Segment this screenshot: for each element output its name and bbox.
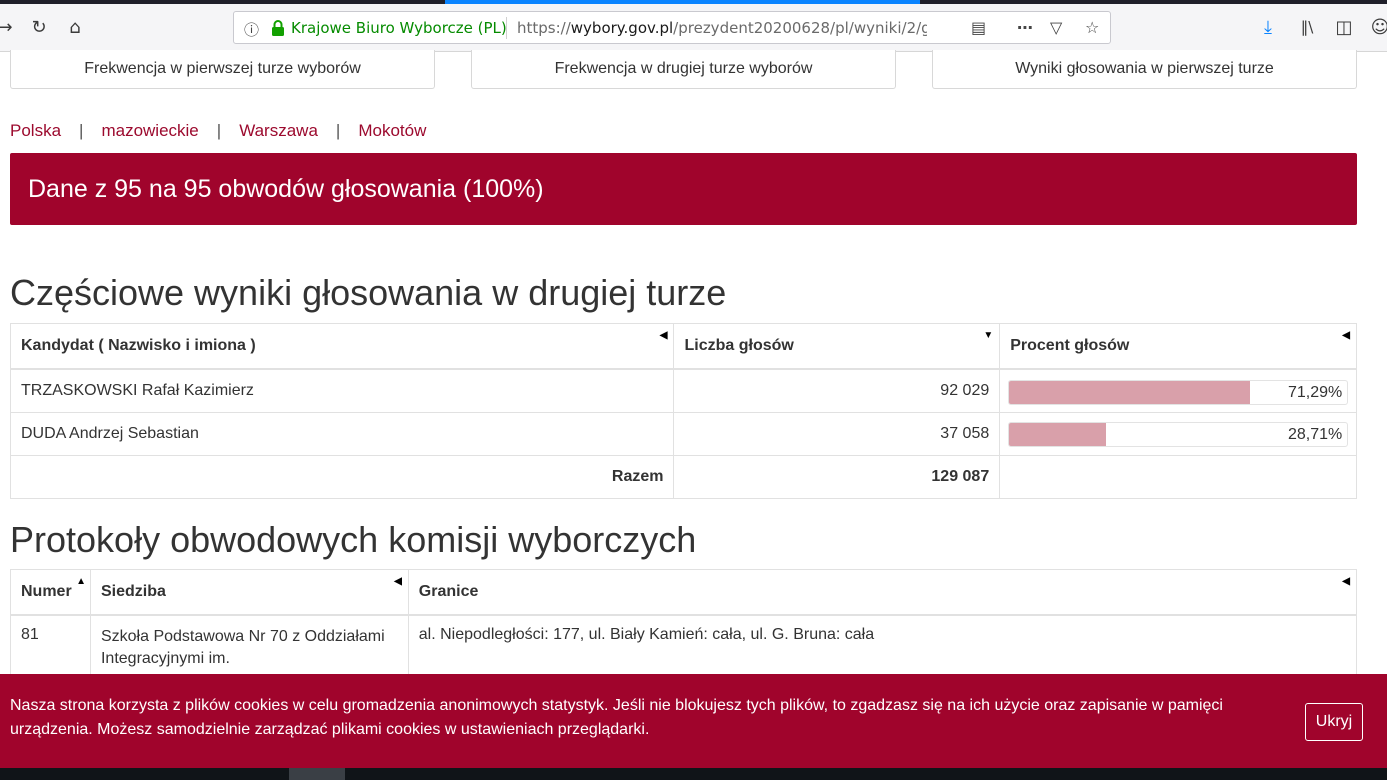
table-header-row: Kandydat ( Nazwisko i imiona ) ◀ Liczba g… xyxy=(9,323,1357,370)
percent-bar-fill xyxy=(1009,423,1107,446)
browser-toolbar: → ↻ ⌂ ⓘ Krajowe Biuro Wyborcze (PL) http… xyxy=(0,4,1387,52)
column-candidate[interactable]: Kandydat ( Nazwisko i imiona ) ◀ xyxy=(9,323,675,370)
sort-left-icon[interactable]: ◀ xyxy=(394,576,402,587)
percent-bar: 28,71% xyxy=(1008,422,1349,447)
candidate-name: DUDA Andrzej Sebastian xyxy=(9,412,675,456)
url-prefix: https:// xyxy=(517,19,571,37)
sort-left-icon[interactable]: ◀ xyxy=(1342,330,1350,341)
turnout-second-round-button[interactable]: Frekwencja w drugiej turze wyborów xyxy=(471,50,896,89)
total-label: Razem xyxy=(9,455,675,499)
sort-down-icon[interactable]: ▼ xyxy=(983,330,993,341)
library-icon[interactable]: ‖\ xyxy=(1294,14,1320,40)
breadcrumb: Polska | mazowieckie | Warszawa | Mokotów xyxy=(10,121,426,141)
reload-icon[interactable]: ↻ xyxy=(26,14,52,40)
url-text[interactable]: https://wybory.gov.pl/prezydent20200628/… xyxy=(517,19,927,37)
reader-icon[interactable]: ▤ xyxy=(971,18,986,37)
data-coverage-banner: Dane z 95 na 95 obwodów głosowania (100%… xyxy=(10,153,1357,225)
column-percent[interactable]: Procent głosów ◀ xyxy=(999,323,1357,370)
breadcrumb-mazowieckie[interactable]: mazowieckie xyxy=(101,121,198,140)
address-bar[interactable]: ⓘ Krajowe Biuro Wyborcze (PL) https://wy… xyxy=(233,11,1111,44)
sort-up-icon[interactable]: ▲ xyxy=(76,576,86,587)
taskbar-item[interactable] xyxy=(289,768,345,780)
site-identity[interactable]: Krajowe Biuro Wyborcze (PL) xyxy=(291,19,507,37)
breadcrumb-separator: | xyxy=(216,121,222,140)
os-taskbar xyxy=(0,768,1387,780)
breadcrumb-warszawa[interactable]: Warszawa xyxy=(239,121,318,140)
total-row: Razem 129 087 xyxy=(9,455,1357,499)
breadcrumb-separator: | xyxy=(79,121,84,140)
table-row: TRZASKOWSKI Rafał Kazimierz 92 029 71,29… xyxy=(9,368,1357,413)
download-icon[interactable]: ⤓ xyxy=(1255,14,1281,40)
column-number[interactable]: Numer ▲ xyxy=(10,569,91,616)
percent-cell: 28,71% xyxy=(999,412,1357,456)
candidate-name: TRZASKOWSKI Rafał Kazimierz xyxy=(9,368,675,413)
url-path: /prezydent20200628/pl/wyniki/2/gm xyxy=(673,19,927,37)
url-domain: wybory.gov.pl xyxy=(570,19,674,37)
column-votes[interactable]: Liczba głosów ▼ xyxy=(673,323,1001,370)
sort-left-icon[interactable]: ◀ xyxy=(1342,576,1350,587)
lock-icon[interactable] xyxy=(270,19,286,37)
percent-value: 28,71% xyxy=(1287,426,1343,443)
breadcrumb-mokotow[interactable]: Mokotów xyxy=(358,121,426,140)
turnout-first-round-button[interactable]: Frekwencja w pierwszej turze wyborów xyxy=(10,50,435,89)
percent-bar-fill xyxy=(1009,380,1251,404)
account-icon[interactable]: ☺ xyxy=(1367,14,1387,40)
breadcrumb-polska[interactable]: Polska xyxy=(10,121,61,140)
pocket-icon[interactable]: ▽ xyxy=(1050,18,1062,37)
info-icon[interactable]: ⓘ xyxy=(244,19,259,40)
vote-count: 37 058 xyxy=(673,412,1001,456)
column-label: Kandydat ( Nazwisko i imiona ) xyxy=(21,336,256,354)
column-label: Numer xyxy=(21,582,72,600)
percent-bar: 71,29% xyxy=(1008,379,1349,405)
column-label: Siedziba xyxy=(100,582,166,600)
back-icon[interactable]: → xyxy=(0,14,18,40)
table-row: DUDA Andrzej Sebastian 37 058 28,71% xyxy=(9,412,1357,456)
vote-count: 92 029 xyxy=(673,368,1001,413)
cookie-banner: Nasza strona korzysta z plików cookies w… xyxy=(0,674,1387,768)
star-icon[interactable]: ☆ xyxy=(1085,18,1099,37)
hide-cookie-button[interactable]: Ukryj xyxy=(1305,703,1363,741)
url-separator xyxy=(506,17,507,39)
breadcrumb-separator: | xyxy=(335,121,341,140)
total-votes: 129 087 xyxy=(673,455,1001,499)
home-icon[interactable]: ⌂ xyxy=(62,14,88,40)
column-bounds[interactable]: Granice ◀ xyxy=(407,569,1358,616)
protocols-table: Numer ▲ Siedziba ◀ Granice ◀ 81 Szkoła Pods… xyxy=(10,569,1358,685)
percent-value: 71,29% xyxy=(1287,383,1343,401)
sort-left-icon[interactable]: ◀ xyxy=(660,330,668,341)
sidebar-icon[interactable]: ◫ xyxy=(1331,14,1357,40)
column-label: Procent głosów xyxy=(1010,336,1130,354)
column-seat[interactable]: Siedziba ◀ xyxy=(89,569,409,616)
cookie-message: Nasza strona korzysta z plików cookies w… xyxy=(10,697,1223,738)
table-header-row: Numer ▲ Siedziba ◀ Granice ◀ xyxy=(10,569,1358,616)
results-table: Kandydat ( Nazwisko i imiona ) ◀ Liczba g… xyxy=(9,323,1357,499)
percent-cell: 71,29% xyxy=(999,368,1357,413)
column-label: Liczba głosów xyxy=(684,336,794,354)
more-icon[interactable]: ⋯ xyxy=(1017,18,1033,37)
protocols-heading: Protokoły obwodowych komisji wyborczych xyxy=(10,519,697,560)
empty-cell xyxy=(999,455,1357,499)
results-heading: Częściowe wyniki głosowania w drugiej tu… xyxy=(10,272,727,313)
column-label: Granice xyxy=(418,582,479,600)
results-first-round-button[interactable]: Wyniki głosowania w pierwszej turze xyxy=(932,50,1357,89)
